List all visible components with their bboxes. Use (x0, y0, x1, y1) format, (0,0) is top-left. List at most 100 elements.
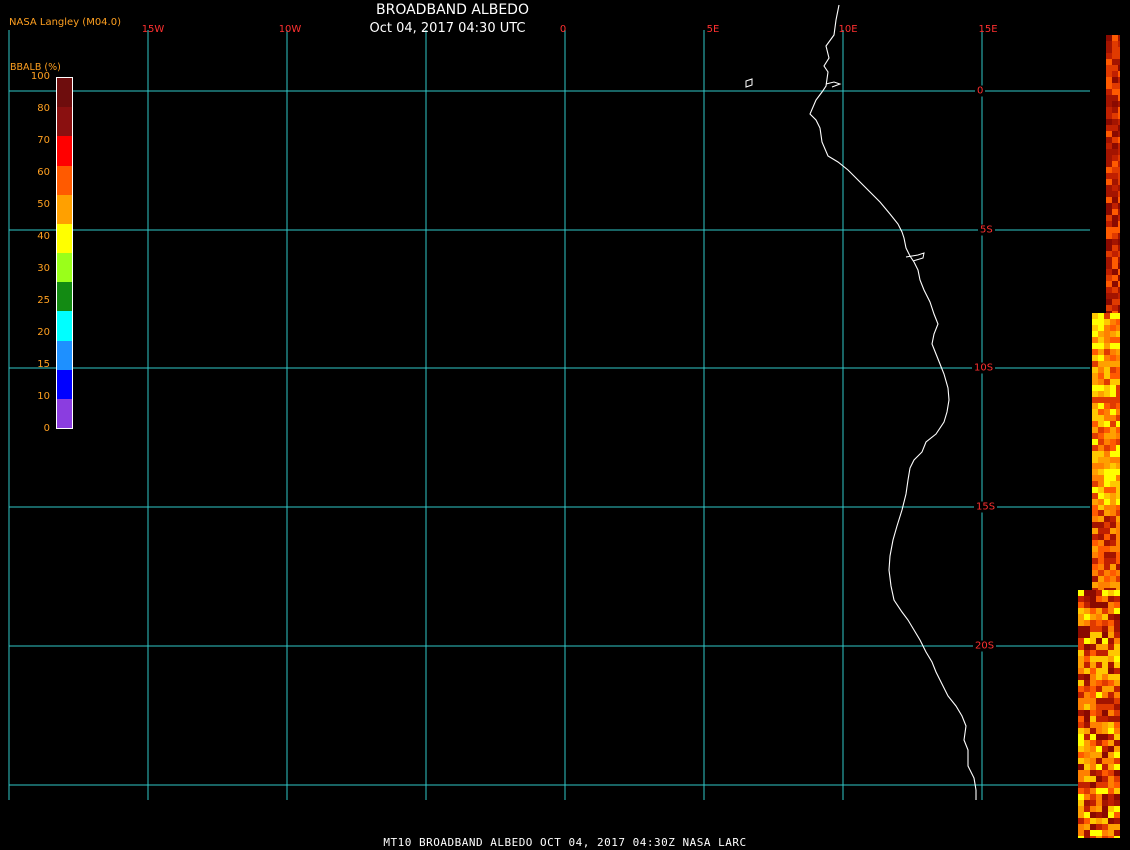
albedo-pixel (1112, 275, 1118, 281)
albedo-pixel (1116, 319, 1120, 325)
albedo-pixel (1108, 764, 1114, 770)
albedo-pixel (1108, 734, 1114, 740)
albedo-pixel (1112, 251, 1118, 257)
albedo-pixel (1078, 770, 1084, 776)
albedo-pixel (1114, 728, 1120, 734)
albedo-pixel (1104, 385, 1110, 391)
albedo-pixel (1084, 716, 1090, 722)
albedo-pixel (1098, 546, 1104, 552)
albedo-pixel (1092, 582, 1098, 588)
albedo-pixel (1098, 493, 1104, 499)
albedo-pixel (1106, 125, 1112, 131)
albedo-pixel (1118, 299, 1120, 305)
albedo-pixel (1108, 626, 1114, 632)
albedo-pixel (1090, 740, 1096, 746)
albedo-pixel (1116, 505, 1120, 510)
albedo-pixel (1114, 800, 1120, 806)
albedo-pixel (1104, 427, 1110, 433)
albedo-pixel (1108, 692, 1114, 698)
albedo-pixel (1108, 656, 1114, 662)
albedo-pixel (1112, 305, 1118, 311)
albedo-pixel (1084, 668, 1090, 674)
colorbar-segment (57, 282, 72, 312)
albedo-pixel (1112, 155, 1118, 161)
albedo-pixel (1116, 331, 1120, 337)
albedo-pixel (1102, 758, 1108, 764)
albedo-pixel (1118, 65, 1120, 71)
albedo-pixel (1118, 305, 1120, 311)
albedo-pixel (1104, 510, 1110, 516)
albedo-pixel (1090, 596, 1096, 602)
albedo-pixel (1106, 185, 1112, 191)
albedo-pixel (1084, 632, 1090, 638)
albedo-pixel (1118, 101, 1120, 107)
albedo-pixel (1078, 590, 1084, 596)
albedo-pixel (1106, 299, 1112, 305)
albedo-pixel (1098, 439, 1104, 445)
albedo-pixel (1110, 475, 1116, 481)
albedo-pixel (1102, 752, 1108, 758)
albedo-pixel (1104, 588, 1110, 590)
albedo-pixel (1104, 546, 1110, 552)
colorbar-segment (57, 165, 72, 196)
albedo-pixel (1110, 409, 1116, 415)
albedo-pixel (1090, 668, 1096, 674)
albedo-pixel (1090, 692, 1096, 698)
albedo-pixel (1116, 522, 1120, 528)
albedo-pixel (1092, 528, 1098, 534)
albedo-pixel (1112, 233, 1118, 239)
albedo-pixel (1114, 812, 1120, 818)
albedo-pixel (1116, 337, 1120, 343)
albedo-pixel (1098, 397, 1104, 403)
albedo-pixel (1106, 221, 1112, 227)
albedo-pixel (1114, 608, 1120, 614)
albedo-pixel (1092, 457, 1098, 463)
albedo-pixel (1090, 698, 1096, 704)
albedo-pixel (1102, 728, 1108, 734)
albedo-pixel (1102, 614, 1108, 620)
albedo-pixel (1118, 209, 1120, 215)
albedo-pixel (1092, 570, 1098, 576)
longitude-label: 0 (559, 24, 567, 35)
albedo-pixel (1096, 680, 1102, 686)
albedo-pixel (1078, 692, 1084, 698)
albedo-pixel (1090, 818, 1096, 824)
albedo-pixel (1084, 722, 1090, 728)
albedo-pixel (1108, 806, 1114, 812)
albedo-pixel (1102, 662, 1108, 668)
albedo-pixel (1106, 155, 1112, 161)
albedo-pixel (1096, 644, 1102, 650)
albedo-pixel (1102, 692, 1108, 698)
albedo-pixel (1104, 391, 1110, 397)
albedo-pixel (1112, 239, 1118, 245)
map-title: BROADBAND ALBEDO (376, 2, 529, 18)
albedo-pixel (1110, 367, 1116, 373)
albedo-pixel (1104, 475, 1110, 481)
albedo-pixel (1118, 59, 1120, 65)
longitude-label: 10W (278, 24, 302, 35)
albedo-pixel (1110, 373, 1116, 379)
albedo-pixel (1104, 397, 1110, 403)
albedo-pixel (1084, 620, 1090, 626)
albedo-pixel (1110, 319, 1116, 325)
albedo-pixel (1114, 758, 1120, 764)
albedo-pixel (1106, 305, 1112, 311)
albedo-pixel (1090, 620, 1096, 626)
albedo-pixel (1098, 355, 1104, 361)
albedo-pixel (1098, 505, 1104, 510)
albedo-pixel (1084, 662, 1090, 668)
albedo-pixel (1092, 534, 1098, 540)
albedo-pixel (1078, 806, 1084, 812)
albedo-pixel (1108, 812, 1114, 818)
albedo-pixel (1112, 185, 1118, 191)
albedo-pixel (1118, 293, 1120, 299)
colorbar-segment (57, 311, 72, 341)
albedo-pixel (1106, 107, 1112, 113)
albedo-pixel (1078, 686, 1084, 692)
albedo-pixel (1110, 433, 1116, 439)
albedo-pixel (1108, 620, 1114, 626)
albedo-pixel (1116, 546, 1120, 552)
albedo-pixel (1084, 764, 1090, 770)
colorbar-segment (57, 223, 72, 254)
albedo-pixel (1110, 445, 1116, 451)
